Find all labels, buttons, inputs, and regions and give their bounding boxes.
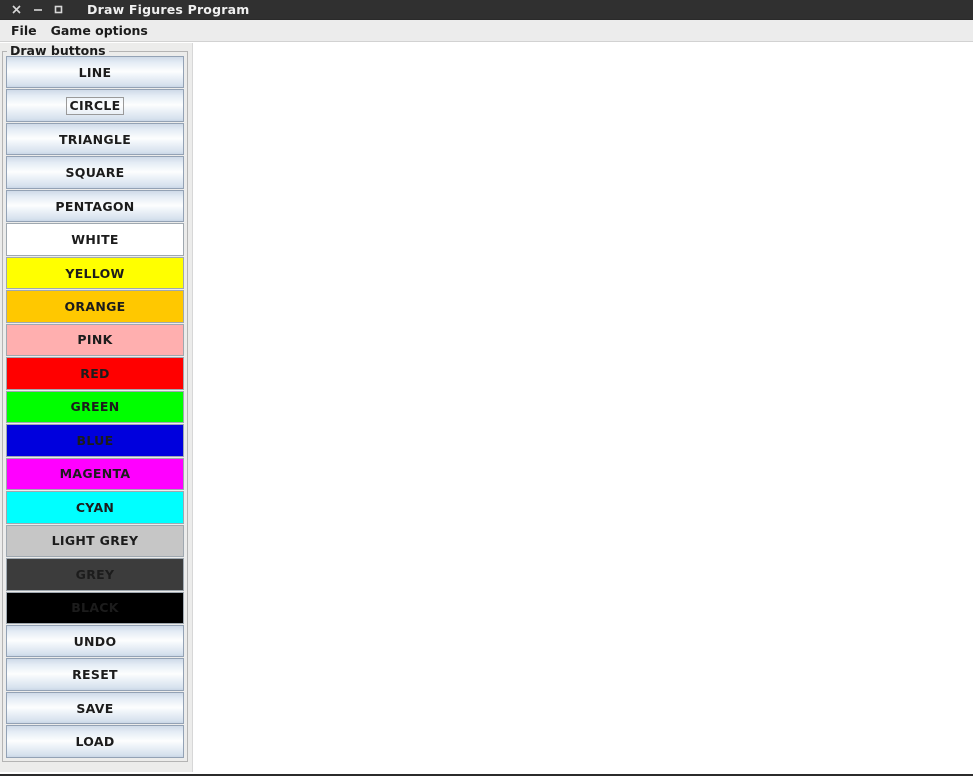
draw-button-label: PINK [77, 332, 113, 348]
title-bar: Draw Figures Program [0, 0, 973, 20]
draw-button-undo[interactable]: UNDO [6, 624, 184, 658]
draw-button-grey[interactable]: GREY [6, 558, 184, 591]
application-window: Draw Figures Program File Game options D… [0, 0, 973, 776]
draw-button-orange[interactable]: ORANGE [6, 290, 184, 323]
draw-button-load[interactable]: LOAD [6, 725, 184, 758]
draw-button-green[interactable]: GREEN [6, 390, 184, 424]
draw-button-reset[interactable]: RESET [6, 658, 184, 691]
draw-button-red[interactable]: RED [6, 357, 184, 390]
draw-button-label: BLUE [76, 432, 114, 448]
draw-button-black[interactable]: BLACK [6, 591, 184, 624]
draw-button-yellow[interactable]: YELLOW [6, 256, 184, 290]
drawing-canvas[interactable] [192, 43, 973, 772]
draw-button-save[interactable]: SAVE [6, 691, 184, 725]
menu-item-file[interactable]: File [4, 21, 44, 41]
draw-button-label: GREY [75, 566, 115, 582]
draw-button-label: PENTAGON [55, 198, 135, 214]
button-stack: LINE CIRCLE TRIANGLE SQUARE PENTAGON WHITE YEL… [6, 56, 184, 758]
draw-button-magenta[interactable]: MAGENTA [6, 457, 184, 491]
draw-button-label: UNDO [73, 633, 117, 649]
draw-button-white[interactable]: WHITE [6, 223, 184, 256]
draw-button-pink[interactable]: PINK [6, 323, 184, 357]
draw-button-cyan[interactable]: CYAN [6, 491, 184, 524]
draw-button-label: CYAN [75, 499, 115, 515]
draw-button-triangle[interactable]: TRIANGLE [6, 122, 184, 156]
draw-button-label: ORANGE [64, 299, 126, 315]
draw-button-label: LOAD [75, 734, 115, 750]
draw-button-circle[interactable]: CIRCLE [6, 89, 184, 122]
menu-item-game-options[interactable]: Game options [44, 21, 155, 41]
draw-button-label: WHITE [71, 232, 119, 248]
draw-button-blue[interactable]: BLUE [6, 424, 184, 457]
draw-button-label: GREEN [70, 399, 120, 415]
minimize-icon[interactable] [27, 1, 48, 19]
window-title: Draw Figures Program [87, 2, 250, 17]
draw-button-label: MAGENTA [59, 466, 131, 482]
draw-button-light-grey[interactable]: LIGHT GREY [6, 524, 184, 558]
draw-button-pentagon[interactable]: PENTAGON [6, 189, 184, 223]
menu-bar: File Game options [0, 20, 973, 42]
draw-button-label: LINE [78, 64, 112, 80]
draw-buttons-panel: Draw buttons LINE CIRCLE TRIANGLE SQUARE PEN… [0, 43, 192, 772]
draw-button-label: BLACK [71, 600, 119, 616]
window-content: Draw buttons LINE CIRCLE TRIANGLE SQUARE PEN… [0, 43, 973, 772]
draw-button-label: RESET [72, 667, 118, 683]
draw-button-label: LIGHT GREY [51, 533, 139, 549]
draw-button-label: CIRCLE [65, 96, 125, 115]
maximize-icon[interactable] [48, 1, 69, 19]
titled-border: Draw buttons LINE CIRCLE TRIANGLE SQUARE PEN… [2, 43, 188, 762]
draw-button-square[interactable]: SQUARE [6, 156, 184, 189]
draw-button-label: RED [80, 365, 110, 381]
draw-button-label: YELLOW [65, 265, 125, 281]
draw-button-label: SAVE [76, 700, 114, 716]
draw-button-label: SQUARE [65, 165, 125, 181]
close-icon[interactable] [6, 1, 27, 19]
draw-button-line[interactable]: LINE [6, 56, 184, 89]
draw-button-label: TRIANGLE [58, 131, 132, 147]
